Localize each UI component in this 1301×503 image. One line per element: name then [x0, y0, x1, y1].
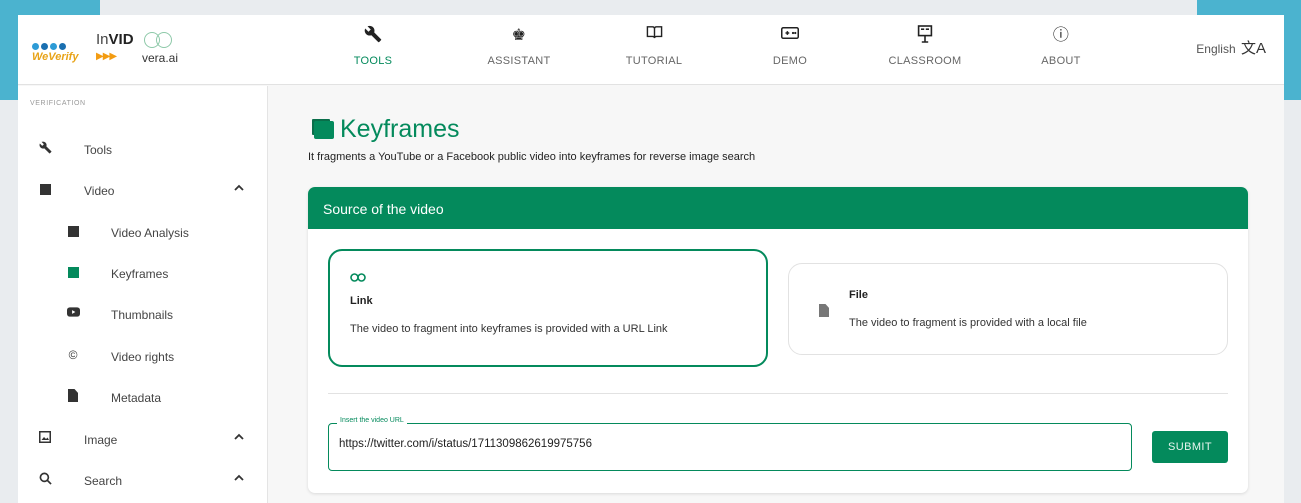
- sidebar-item-thumbnails[interactable]: Thumbnails: [18, 302, 268, 326]
- video-url-field: Insert the video URL: [328, 417, 1132, 471]
- divider: [328, 393, 1228, 394]
- language-selector[interactable]: English 文A: [1196, 37, 1266, 58]
- book-icon: [599, 25, 709, 47]
- logo-circles-icon: [144, 32, 172, 53]
- sidebar-item-tools[interactable]: Tools: [18, 137, 268, 161]
- sidebar-item-keyframes[interactable]: Keyframes: [18, 261, 268, 285]
- sidebar-item-label: Video rights: [111, 350, 175, 364]
- sidebar-item-video[interactable]: Video: [18, 178, 268, 202]
- nav-tab-classroom[interactable]: CLASSROOM: [870, 25, 980, 67]
- sidebar-item-label: Tools: [84, 143, 113, 157]
- copyright-icon: ©: [68, 348, 78, 362]
- sidebar-item-metadata[interactable]: Metadata: [18, 385, 268, 409]
- keyframes-icon: [66, 265, 80, 279]
- sidebar-section-label: VERIFICATION: [30, 100, 86, 107]
- sidebar-item-label: Video Analysis: [111, 226, 189, 240]
- keyframes-icon: [314, 120, 334, 139]
- app-logo[interactable]: WeVerify InVID ▶▶▶ vera.ai: [30, 29, 200, 73]
- wrench-icon: [318, 25, 428, 47]
- video-icon: [38, 182, 52, 196]
- sidebar-item-image[interactable]: Image: [18, 427, 268, 451]
- video-url-input[interactable]: [339, 438, 1119, 450]
- sidebar-item-video-analysis[interactable]: Video Analysis: [18, 220, 268, 244]
- classroom-icon: [870, 25, 980, 47]
- file-option-card[interactable]: File The video to fragment is provided w…: [788, 263, 1228, 355]
- nav-tab-demo[interactable]: DEMO: [735, 25, 845, 67]
- language-label: English: [1196, 42, 1236, 56]
- file-icon: [819, 304, 829, 320]
- link-icon: [350, 271, 366, 285]
- nav-tab-assistant[interactable]: ♚ ASSISTANT: [464, 25, 574, 67]
- info-icon: ⓘ: [1052, 27, 1070, 44]
- sidebar-item-label: Metadata: [111, 391, 162, 405]
- app-window: WeVerify InVID ▶▶▶ vera.ai TOOLS ♚ ASSIS…: [18, 15, 1284, 503]
- chevron-up-icon[interactable]: [234, 182, 244, 194]
- search-icon: [38, 472, 52, 486]
- invid-logo-text: InVID: [96, 31, 134, 48]
- sidebar-item-label: Image: [84, 433, 118, 447]
- source-card: Source of the video Link The video to fr…: [308, 187, 1248, 493]
- link-option-title: Link: [350, 295, 373, 307]
- chevron-up-icon[interactable]: [234, 472, 244, 484]
- top-bar: WeVerify InVID ▶▶▶ vera.ai TOOLS ♚ ASSIS…: [18, 15, 1284, 85]
- logo-arrows-icon: ▶▶▶: [96, 51, 117, 62]
- file-option-description: The video to fragment is provided with a…: [849, 317, 1087, 329]
- link-option-card[interactable]: Link The video to fragment into keyframe…: [328, 249, 768, 367]
- sidebar: VERIFICATION Tools Video Video Analysis …: [18, 86, 268, 503]
- submit-button[interactable]: SUBMIT: [1152, 431, 1228, 463]
- link-option-description: The video to fragment into keyframes is …: [350, 323, 668, 335]
- sidebar-item-label: Video: [84, 184, 115, 198]
- file-icon: [66, 389, 80, 403]
- page-subtitle: It fragments a YouTube or a Facebook pub…: [308, 151, 756, 163]
- veraai-logo-text: vera.ai: [142, 51, 179, 65]
- video-analysis-icon: [66, 224, 80, 238]
- sidebar-item-label: Thumbnails: [111, 308, 174, 322]
- page-title: Keyframes: [340, 115, 460, 143]
- sidebar-item-label: Search: [84, 474, 123, 488]
- chevron-up-icon[interactable]: [234, 431, 244, 443]
- translate-icon: 文A: [1240, 40, 1266, 57]
- weverify-logo-text: WeVerify: [32, 51, 79, 63]
- nav-tab-tools[interactable]: TOOLS: [318, 25, 428, 67]
- wrench-icon: [38, 141, 52, 155]
- file-option-title: File: [849, 289, 868, 301]
- source-card-header: Source of the video: [308, 187, 1248, 229]
- youtube-icon: [66, 306, 80, 320]
- nav-tab-about[interactable]: ⓘ ABOUT: [1006, 25, 1116, 67]
- gamepad-icon: [735, 25, 845, 47]
- video-url-label: Insert the video URL: [337, 417, 407, 424]
- sidebar-item-search[interactable]: Search: [18, 468, 268, 492]
- page-title-row: Keyframes: [314, 115, 459, 149]
- nav-tab-tutorial[interactable]: TUTORIAL: [599, 25, 709, 67]
- image-icon: [38, 431, 52, 445]
- sidebar-item-label: Keyframes: [111, 267, 169, 281]
- sidebar-item-video-rights[interactable]: © Video rights: [18, 344, 268, 368]
- robot-icon: ♚: [511, 27, 527, 44]
